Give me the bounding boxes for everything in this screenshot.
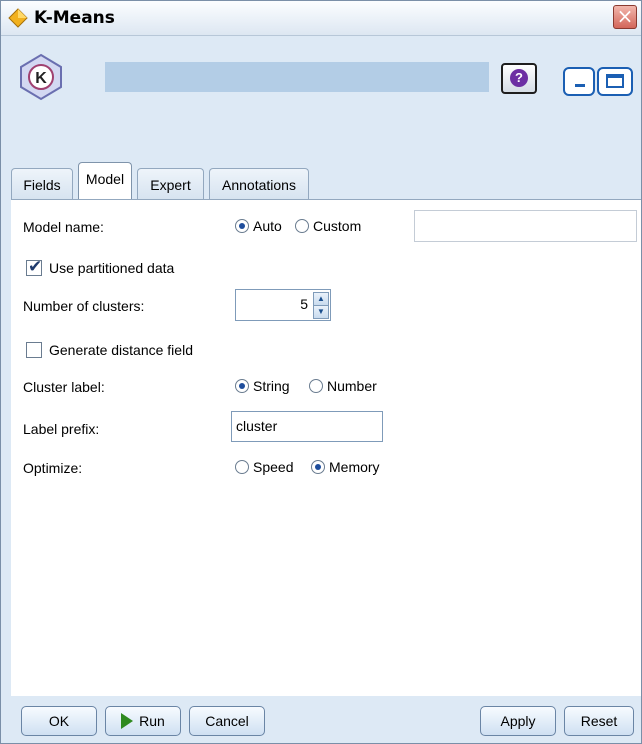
kmeans-diamond-icon (8, 8, 28, 28)
optimize-speed-radio[interactable] (235, 460, 249, 474)
num-clusters-label: Number of clusters: (23, 298, 145, 314)
distance-field-checkbox[interactable] (26, 342, 42, 358)
tab-model[interactable]: Model (78, 162, 132, 200)
checkmark-icon: ✔ (28, 257, 43, 277)
reset-button[interactable]: Reset (564, 706, 634, 736)
cluster-label-label: Cluster label: (23, 379, 105, 395)
node-header: K ? (1, 36, 641, 152)
minimize-icon (575, 84, 585, 87)
title-bar[interactable]: K-Means × (1, 1, 641, 36)
minimize-button[interactable] (563, 67, 595, 96)
optimize-label: Optimize: (23, 460, 83, 476)
optimize-memory-label: Memory (329, 459, 380, 475)
model-tab-panel: Model name: Auto Custom ✔ Use partitione… (11, 199, 641, 697)
num-clusters-spinner[interactable]: 5 ▲ ▼ (235, 289, 331, 321)
button-bar: OK Run Cancel Apply Reset (1, 696, 641, 743)
cluster-label-number-radio[interactable] (309, 379, 323, 393)
svg-text:K: K (35, 70, 47, 87)
maximize-button[interactable] (597, 67, 633, 96)
run-play-icon (121, 713, 134, 730)
label-prefix-input[interactable]: cluster (231, 411, 383, 442)
maximize-icon (606, 74, 624, 88)
run-button-label: Run (139, 713, 165, 729)
cluster-label-number-label: Number (327, 378, 377, 394)
use-partitioned-checkbox[interactable]: ✔ (26, 257, 43, 277)
distance-field-label: Generate distance field (49, 342, 193, 358)
run-button[interactable]: Run (105, 706, 181, 736)
close-icon: × (616, 4, 634, 28)
cluster-label-string-radio[interactable] (235, 379, 249, 393)
model-name-custom-label: Custom (313, 218, 362, 234)
apply-button[interactable]: Apply (480, 706, 556, 736)
kmeans-dialog: K-Means × K ? Fields Model Expert Annota… (0, 0, 642, 744)
spinner-up-icon[interactable]: ▲ (313, 292, 329, 306)
optimize-memory-radio[interactable] (311, 460, 325, 474)
window-title: K-Means (34, 8, 115, 28)
use-partitioned-label: Use partitioned data (49, 260, 175, 276)
label-prefix-label: Label prefix: (23, 421, 100, 437)
num-clusters-value: 5 (300, 296, 308, 312)
spinner-down-icon[interactable]: ▼ (313, 305, 329, 319)
tab-fields[interactable]: Fields (11, 168, 73, 200)
model-name-auto-label: Auto (253, 218, 282, 234)
cluster-label-string-label: String (253, 378, 290, 394)
help-button[interactable]: ? (501, 63, 537, 94)
model-name-label: Model name: (23, 219, 104, 235)
close-button[interactable]: × (613, 5, 637, 29)
custom-model-name-input[interactable] (414, 210, 637, 242)
tab-expert[interactable]: Expert (137, 168, 204, 200)
model-name-auto-radio[interactable] (235, 219, 249, 233)
kmeans-node-icon: K (20, 53, 62, 101)
cancel-button[interactable]: Cancel (189, 706, 265, 736)
ok-button[interactable]: OK (21, 706, 97, 736)
node-name-banner (105, 62, 489, 92)
help-icon: ? (510, 69, 528, 87)
optimize-speed-label: Speed (253, 459, 294, 475)
model-name-custom-radio[interactable] (295, 219, 309, 233)
tab-annotations[interactable]: Annotations (209, 168, 309, 200)
